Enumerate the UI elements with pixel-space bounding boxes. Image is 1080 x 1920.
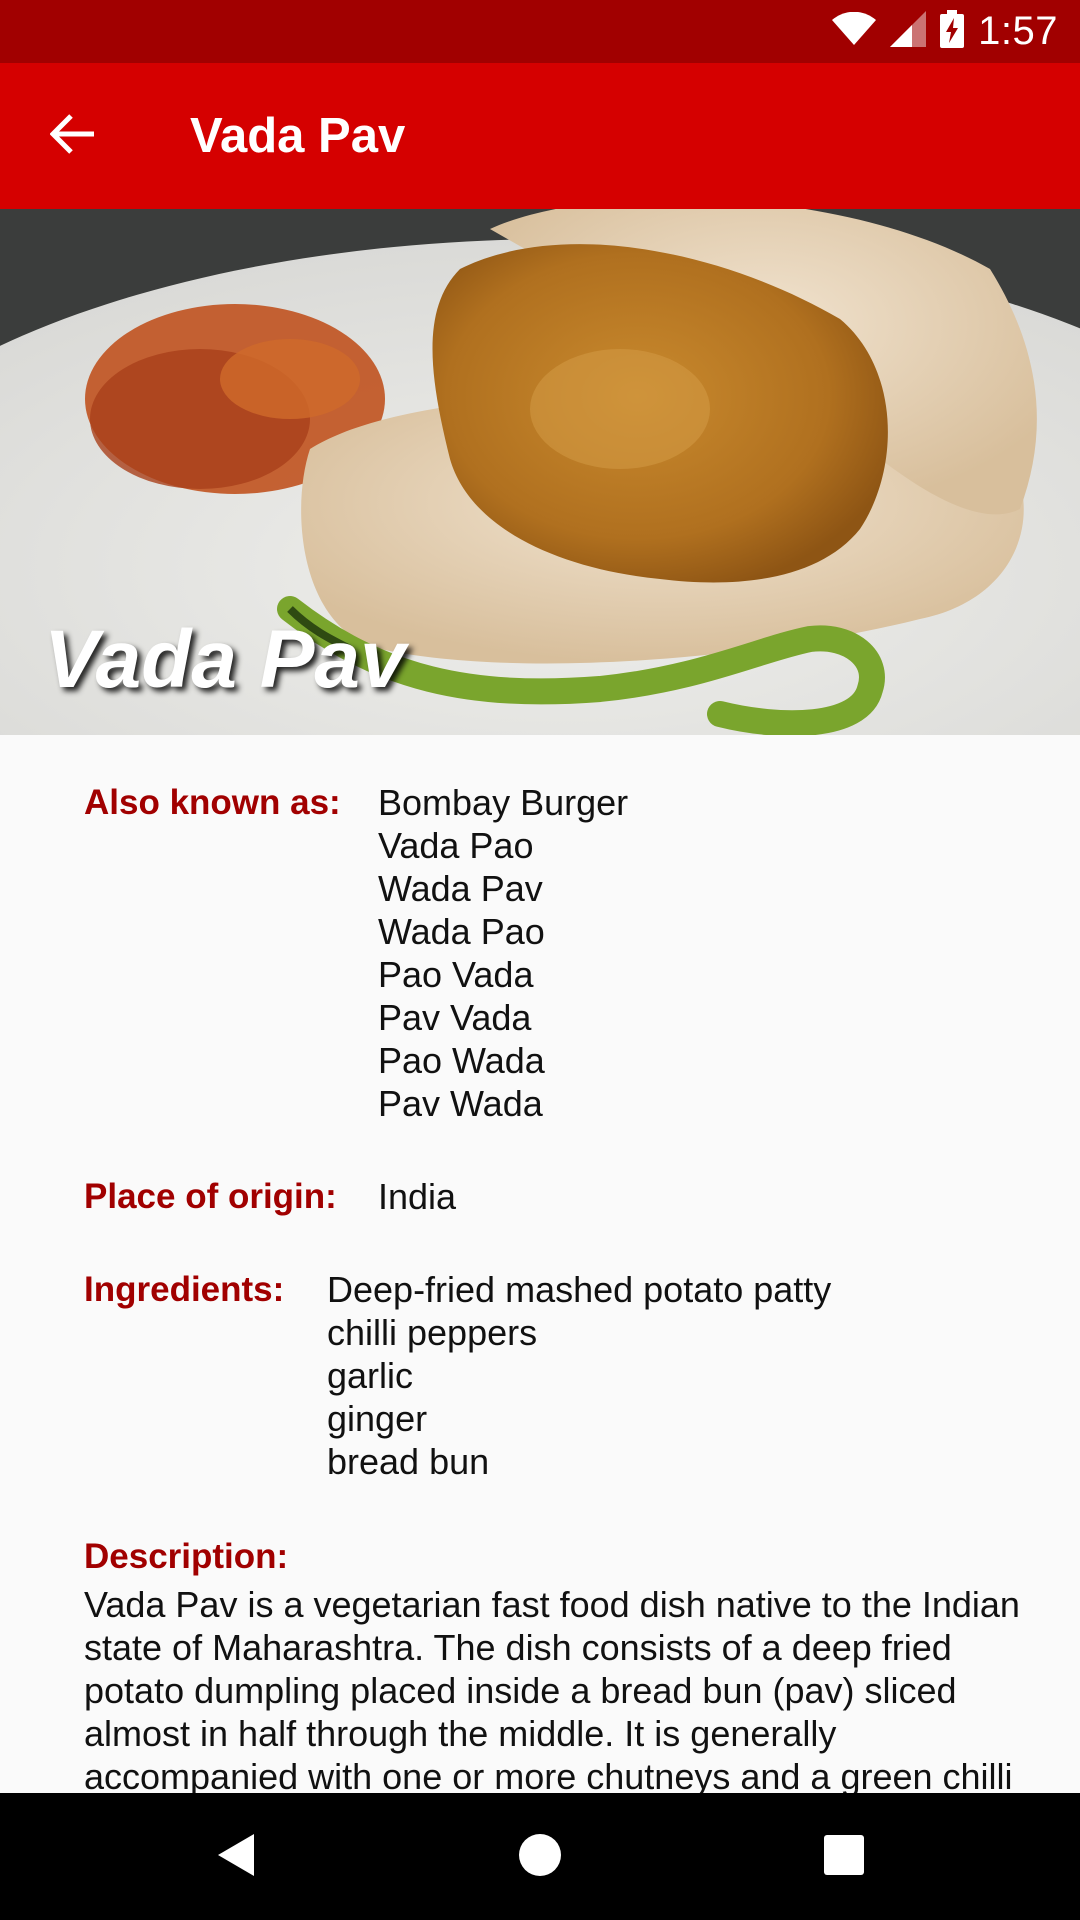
back-button[interactable] — [40, 106, 106, 166]
description-text: Vada Pav is a vegetarian fast food dish … — [84, 1584, 1020, 1793]
place-of-origin-label: Place of origin: — [84, 1177, 337, 1216]
list-item: Pav Vada — [378, 997, 532, 1038]
signal-icon — [890, 11, 927, 52]
list-item: Bombay Burger — [378, 782, 629, 823]
status-time: 1:57 — [978, 9, 1058, 53]
ingredients-label: Ingredients: — [84, 1270, 285, 1309]
details-content: Also known as: Bombay Burger Vada Pao Wa… — [0, 735, 1080, 1793]
also-known-as-section: Also known as: Bombay Burger Vada Pao Wa… — [84, 781, 628, 1125]
wifi-icon — [832, 11, 877, 51]
status-icons: 1:57 — [832, 0, 1058, 63]
nav-home-button[interactable] — [504, 1821, 576, 1893]
also-known-as-list: Bombay Burger Vada Pao Wada Pav Wada Pao… — [378, 781, 628, 1125]
ingredients-list: Deep-fried mashed potato patty chilli pe… — [327, 1268, 831, 1483]
place-of-origin-section: Place of origin: India — [84, 1175, 456, 1218]
list-item: Pav Wada — [378, 1083, 543, 1124]
list-item: chilli peppers — [327, 1312, 538, 1353]
battery-charging-icon — [940, 10, 965, 53]
description-label: Description: — [84, 1537, 289, 1576]
nav-back-icon — [216, 1832, 256, 1883]
list-item: bread bun — [327, 1441, 490, 1482]
list-item: Pao Vada — [378, 954, 534, 995]
arrow-back-icon — [49, 113, 96, 159]
nav-back-button[interactable] — [200, 1821, 272, 1893]
list-item: Wada Pav — [378, 868, 543, 909]
list-item: Deep-fried mashed potato patty — [327, 1269, 832, 1310]
place-of-origin-value: India — [378, 1176, 457, 1217]
list-item: garlic — [327, 1355, 414, 1396]
status-bar: 1:57 — [0, 0, 1080, 63]
list-item: Wada Pao — [378, 911, 545, 952]
hero-title: Vada Pav — [44, 614, 406, 705]
also-known-as-label: Also known as: — [84, 783, 341, 822]
app-bar: Vada Pav — [0, 63, 1080, 209]
ingredients-section: Ingredients: Deep-fried mashed potato pa… — [84, 1268, 831, 1483]
navigation-bar — [0, 1793, 1080, 1920]
nav-recents-icon — [824, 1834, 864, 1880]
hero-image: Vada Pav — [0, 209, 1080, 735]
app-bar-title: Vada Pav — [190, 109, 406, 163]
nav-recents-button[interactable] — [808, 1821, 880, 1893]
list-item: ginger — [327, 1398, 428, 1439]
nav-home-icon — [518, 1833, 562, 1882]
list-item: Vada Pao — [378, 825, 534, 866]
list-item: Pao Wada — [378, 1040, 545, 1081]
